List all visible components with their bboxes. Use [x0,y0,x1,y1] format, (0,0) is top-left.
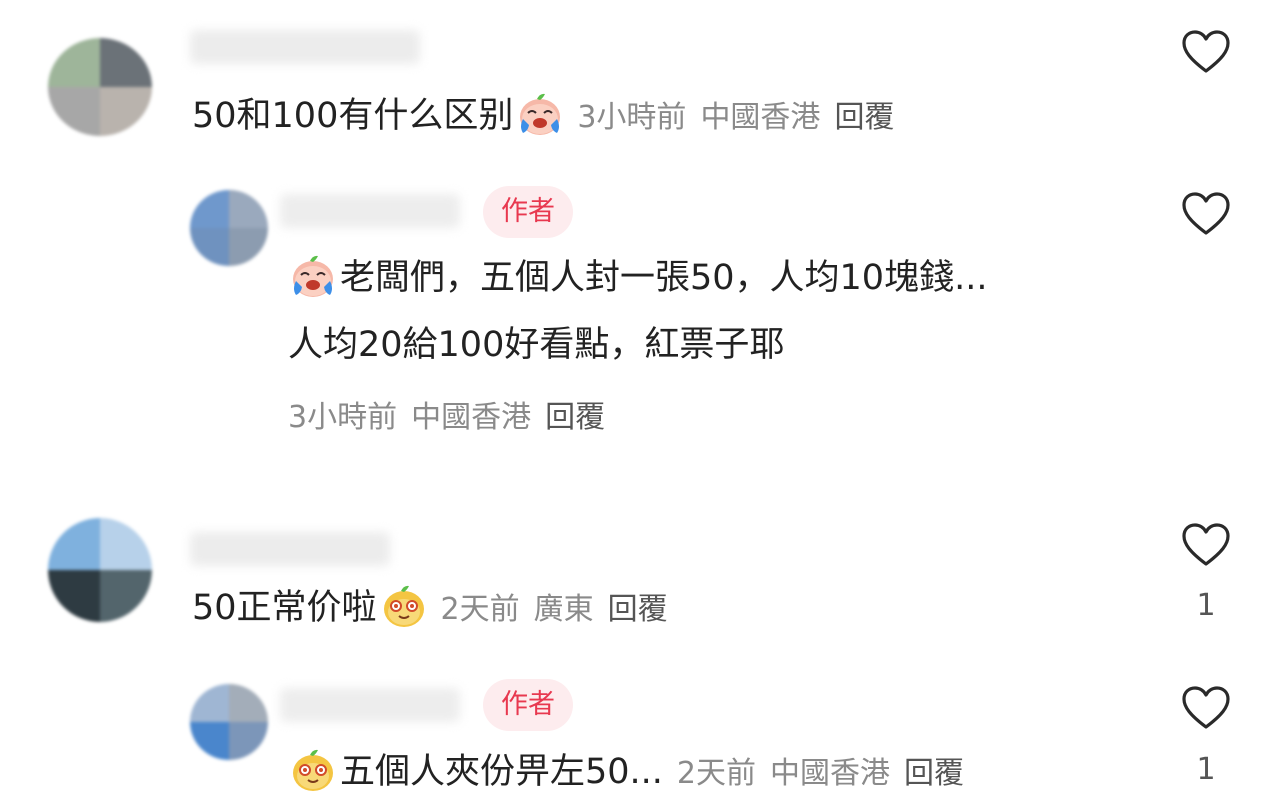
comment-text: 五個人夾份畀左50... 2天前 中國香港 回覆 [288,748,978,798]
smug-face-emoji-icon [288,745,338,795]
comment-meta: 3小時前 中國香港 回覆 [288,392,619,436]
heart-icon[interactable] [1180,520,1232,572]
reply-button[interactable]: 回覆 [545,400,605,435]
username[interactable] [190,532,390,566]
reply-button[interactable]: 回覆 [834,100,894,135]
author-badge: 作者 [483,679,573,731]
comment-time: 3小時前 [288,400,398,435]
avatar[interactable] [190,190,268,266]
username[interactable] [280,688,460,722]
comment-body-line1: 老闆們，五個人封一張50，人均10塊錢... [340,258,988,298]
comment-text: 老闆們，五個人封一張50，人均10塊錢... [288,254,987,304]
comment-body: 五個人夾份畀左50... [340,752,663,792]
reply-button[interactable]: 回覆 [904,756,964,791]
comment-time: 3小時前 [577,100,687,135]
comment-time: 2天前 [676,756,757,791]
comment-text: 50和100有什么区别 3小時前 中國香港 回覆 [192,92,908,142]
crying-laughing-emoji-icon [515,89,565,139]
comment-body: 50正常价啦 [192,588,377,628]
comment-time: 2天前 [440,592,520,627]
avatar[interactable] [190,684,268,760]
heart-icon[interactable] [1180,189,1232,241]
like-count: 1 [1196,588,1216,623]
smug-face-emoji-icon [379,581,429,631]
heart-icon[interactable] [1180,683,1232,735]
comment-location: 中國香港 [411,400,532,435]
comment-body: 50和100有什么区别 [192,96,514,136]
crying-laughing-emoji-icon [288,251,338,301]
comment-location: 中國香港 [770,756,891,791]
username[interactable] [280,194,460,228]
comment-text-line2: 人均20給100好看點，紅票子耶 [288,325,785,365]
avatar[interactable] [48,518,152,622]
heart-icon[interactable] [1180,27,1232,79]
reply-button[interactable]: 回覆 [608,592,668,627]
comment-location: 廣東 [533,592,594,627]
username[interactable] [190,30,420,64]
comment-location: 中國香港 [700,100,821,135]
avatar[interactable] [48,38,152,136]
author-badge: 作者 [483,186,573,238]
like-count: 1 [1196,752,1216,787]
comment-text: 50正常价啦 2天前 廣東 回覆 [192,584,682,634]
